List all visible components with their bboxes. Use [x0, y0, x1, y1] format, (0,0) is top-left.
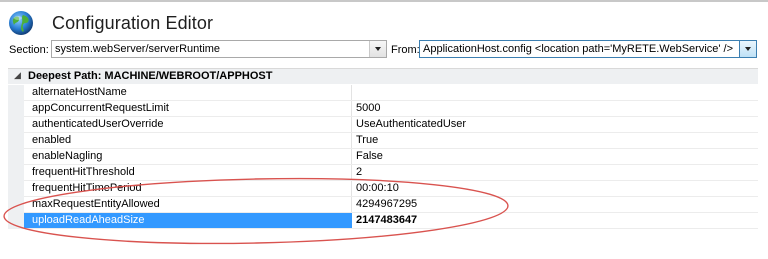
property-value[interactable]: True: [356, 133, 378, 148]
property-name: frequentHitThreshold: [24, 165, 352, 180]
property-value[interactable]: 2: [356, 165, 362, 180]
section-dropdown-button[interactable]: [369, 41, 386, 57]
property-name: authenticatedUserOverride: [24, 117, 352, 132]
property-value[interactable]: 5000: [356, 101, 380, 116]
from-value: ApplicationHost.config <location path='M…: [423, 43, 734, 55]
group-header-label: Deepest Path: MACHINE/WEBROOT/APPHOST: [28, 70, 273, 82]
row-gutter: [8, 181, 24, 197]
collapse-icon[interactable]: ◢: [14, 70, 21, 81]
section-label: Section:: [9, 44, 49, 56]
row-gutter: [8, 165, 24, 181]
table-row[interactable]: alternateHostName: [8, 85, 758, 101]
row-gutter: [8, 85, 24, 101]
table-row-selected[interactable]: uploadReadAheadSize 2147483647: [8, 213, 758, 229]
property-name: uploadReadAheadSize: [24, 213, 352, 228]
from-dropdown-button[interactable]: [739, 41, 756, 57]
from-label: From:: [391, 44, 420, 56]
row-gutter: [8, 101, 24, 117]
table-row[interactable]: appConcurrentRequestLimit 5000: [8, 101, 758, 117]
table-row[interactable]: enableNagling False: [8, 149, 758, 165]
section-bar: Section: system.webServer/serverRuntime …: [0, 39, 768, 61]
property-name: appConcurrentRequestLimit: [24, 101, 352, 116]
property-name: enabled: [24, 133, 352, 148]
property-value[interactable]: UseAuthenticatedUser: [356, 117, 466, 132]
top-border: [0, 0, 768, 2]
row-gutter: [8, 149, 24, 165]
table-row[interactable]: maxRequestEntityAllowed 4294967295: [8, 197, 758, 213]
table-row[interactable]: frequentHitTimePeriod 00:00:10: [8, 181, 758, 197]
editor-header: Configuration Editor: [8, 8, 213, 38]
page-title: Configuration Editor: [52, 12, 214, 33]
property-rows: alternateHostName appConcurrentRequestLi…: [8, 85, 758, 229]
property-name: enableNagling: [24, 149, 352, 164]
row-gutter: [8, 197, 24, 213]
property-name: alternateHostName: [24, 85, 352, 100]
chevron-down-icon: [375, 47, 381, 51]
section-dropdown[interactable]: system.webServer/serverRuntime: [51, 40, 387, 58]
table-row[interactable]: enabled True: [8, 133, 758, 149]
property-value[interactable]: False: [356, 149, 383, 164]
property-value[interactable]: 00:00:10: [356, 181, 399, 196]
from-dropdown[interactable]: ApplicationHost.config <location path='M…: [419, 40, 757, 58]
property-value[interactable]: 4294967295: [356, 197, 417, 212]
property-name: maxRequestEntityAllowed: [24, 197, 352, 212]
row-gutter: [8, 213, 24, 229]
chevron-down-icon: [745, 47, 751, 51]
section-value: system.webServer/serverRuntime: [55, 43, 221, 55]
row-gutter: [8, 117, 24, 133]
property-value[interactable]: 2147483647: [356, 213, 417, 228]
property-name: frequentHitTimePeriod: [24, 181, 352, 196]
property-grid: ◢ Deepest Path: MACHINE/WEBROOT/APPHOST …: [8, 68, 758, 254]
table-row[interactable]: frequentHitThreshold 2: [8, 165, 758, 181]
globe-icon: [9, 11, 33, 35]
row-gutter: [8, 133, 24, 149]
group-header[interactable]: ◢ Deepest Path: MACHINE/WEBROOT/APPHOST: [8, 69, 758, 84]
table-row[interactable]: authenticatedUserOverride UseAuthenticat…: [8, 117, 758, 133]
